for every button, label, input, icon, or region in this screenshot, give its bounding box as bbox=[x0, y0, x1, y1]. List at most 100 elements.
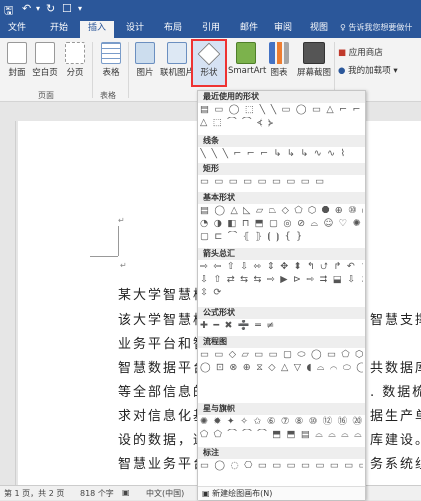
my-addins-label: 我的加载项 bbox=[348, 66, 391, 76]
proofing-icon[interactable]: ▣ bbox=[122, 488, 130, 497]
page-break-icon bbox=[65, 42, 85, 64]
shape-row-basic[interactable]: ▤ ◯ △ ◺ ▱ ⏢ ◇ ⬠ ⬡ ⯃ ⊕ ⑩ ⑫ bbox=[200, 205, 363, 217]
cover-page-button[interactable]: 封面 bbox=[2, 42, 32, 78]
page-count-status[interactable]: 第 1 页，共 2 页 bbox=[4, 488, 64, 499]
smartart-label: SmartArt bbox=[228, 66, 267, 76]
shape-row-basic[interactable]: ▢ ⊏ ⌒ ⦃ ⦄ ⦗ ⦘ { } bbox=[200, 231, 363, 243]
blank-page-label: 空白页 bbox=[32, 68, 58, 78]
tell-me-text: 告诉我您想要做什 bbox=[348, 23, 413, 32]
chart-icon bbox=[269, 42, 289, 64]
table-button[interactable]: 表格 bbox=[96, 42, 126, 78]
shape-row-arrows[interactable]: ⇨ ⇦ ⇧ ⇩ ⬄ ⇕ ✥ ⬍ ↰ ⮍ ↱ ↶ ⇪ ⇨ bbox=[200, 261, 363, 273]
shape-row-arrows[interactable]: ⇳ ⟳ bbox=[200, 287, 363, 299]
chevron-down-icon: ▾ bbox=[393, 66, 398, 76]
shape-row-flowchart[interactable]: ▭ ▭ ◇ ▱ ▭ ▭ ▢ ⬭ ◯ ▭ ⬠ ⬡ ▭ bbox=[200, 349, 363, 361]
tab-design[interactable]: 设计 bbox=[118, 21, 152, 38]
screenshot-button[interactable]: 屏幕截图 bbox=[294, 42, 334, 78]
doc-line: 求对信息化基 bbox=[118, 409, 209, 424]
cover-page-label: 封面 bbox=[8, 68, 26, 78]
smartart-icon bbox=[236, 42, 256, 64]
store-label: 应用商店 bbox=[348, 48, 383, 58]
language-status[interactable]: 中文(中国) bbox=[146, 488, 184, 499]
my-addins-button[interactable]: ● 我的加载项 ▾ bbox=[338, 64, 398, 76]
shape-row-recent[interactable]: △ ⬚ ⌒ ⌒ ⦓ ⦔ bbox=[200, 117, 363, 129]
word-count-status[interactable]: 818 个字 bbox=[80, 488, 114, 499]
group-divider bbox=[128, 42, 129, 98]
doc-line: 某大学智慧校 bbox=[118, 288, 209, 303]
shapes-gallery: 最近使用的形状 ▤ ▭ ◯ ⬚ ╲ ╲ ▭ ◯ ▭ △ ⌐ ⌐ ⇨ ⇩ ↰ △ … bbox=[197, 90, 366, 500]
table-label: 表格 bbox=[102, 68, 120, 78]
paragraph-mark: ↵ bbox=[120, 261, 127, 270]
gallery-section-rectangles: 矩形 bbox=[198, 163, 365, 175]
tab-home[interactable]: 开始 bbox=[42, 21, 76, 38]
chart-button[interactable]: 图表 bbox=[264, 42, 294, 78]
gallery-section-flowchart: 流程图 bbox=[198, 336, 365, 348]
touch-mode-icon[interactable]: ☐ bbox=[62, 2, 72, 15]
canvas-icon: ▣ bbox=[202, 489, 213, 498]
title-bar: 🖫 ↶ ▾ ↻ ☐ ▾ bbox=[0, 0, 421, 18]
tab-insert[interactable]: 插入 bbox=[80, 21, 114, 38]
gallery-section-basic: 基本形状 bbox=[198, 192, 365, 204]
tab-references[interactable]: 引用 bbox=[194, 21, 228, 38]
margin-marker bbox=[118, 226, 119, 256]
shape-row-rectangles[interactable]: ▭ ▭ ▭ ▭ ▭ ▭ ▭ ▭ ▭ bbox=[200, 176, 363, 188]
online-picture-label: 联机图片 bbox=[160, 68, 195, 78]
doc-line-tail: 务系统组 bbox=[370, 457, 421, 472]
gallery-section-recent: 最近使用的形状 bbox=[198, 91, 365, 103]
gallery-section-callouts: 标注 bbox=[198, 447, 365, 459]
doc-line: 业务平台和智 bbox=[118, 337, 209, 352]
doc-line-tail: 库建设。 bbox=[370, 433, 421, 448]
undo-icon[interactable]: ↶ bbox=[22, 2, 31, 15]
shape-row-recent[interactable]: ▤ ▭ ◯ ⬚ ╲ ╲ ▭ ◯ ▭ △ ⌐ ⌐ ⇨ ⇩ ↰ bbox=[200, 104, 363, 116]
shape-row-basic[interactable]: ◔ ◑ ◧ ⊓ ⬒ ▢ ◎ ⊘ ⌓ ☺ ♡ ✺ ☾ ☁ bbox=[200, 218, 363, 230]
tab-file[interactable]: 文件 bbox=[4, 21, 30, 38]
tell-me-box[interactable]: ♀ 告诉我您想要做什 bbox=[340, 22, 412, 33]
group-label-pages: 页面 bbox=[38, 91, 54, 100]
gallery-section-arrows: 箭头总汇 bbox=[198, 248, 365, 260]
tab-mailings[interactable]: 邮件 bbox=[232, 21, 266, 38]
doc-line: 智慧数据平台 bbox=[118, 361, 209, 376]
doc-line-tail: 据生产单 bbox=[370, 409, 421, 424]
shapes-icon bbox=[197, 42, 221, 66]
blank-page-button[interactable]: 空白页 bbox=[30, 42, 60, 78]
blank-page-icon bbox=[35, 42, 55, 64]
redo-icon[interactable]: ↻ bbox=[46, 2, 55, 15]
page-break-button[interactable]: 分页 bbox=[60, 42, 90, 78]
addins-icon: ● bbox=[338, 66, 349, 76]
new-canvas-label: 新建绘图画布(N) bbox=[212, 489, 273, 498]
shape-row-arrows[interactable]: ⇩ ⇧ ⇄ ⇆ ⇆ ⇨ ▶ ⊳ ⇨ ⮆ ⬓ ⇩ ⇫ ⬜ bbox=[200, 274, 363, 286]
shape-row-lines[interactable]: ╲ ╲ ╲ ⌐ ⌐ ⌐ ↳ ↳ ↳ ∿ ∿ ⌇ bbox=[200, 148, 363, 160]
tab-review[interactable]: 审阅 bbox=[266, 21, 300, 38]
table-icon bbox=[101, 42, 121, 64]
camera-icon bbox=[303, 42, 325, 64]
chart-label: 图表 bbox=[270, 68, 288, 78]
undo-dropdown-icon[interactable]: ▾ bbox=[36, 4, 40, 13]
shape-row-equation[interactable]: ✚ ━ ✖ ➗ ═ ≠ bbox=[200, 320, 363, 332]
shape-row-stars[interactable]: ✺ ✹ ✦ ✧ ✩ ⑥ ⑦ ⑧ ⑩ ⑫ ⑯ ⑳ ㉔ ㉜ bbox=[200, 416, 363, 428]
shape-row-flowchart[interactable]: ◯ ⊡ ⊗ ⊕ ⧖ ◇ △ ▽ ◖ ⌓ ⌒ ⬭ ◯ ▭ bbox=[200, 362, 363, 374]
store-button[interactable]: ■ 应用商店 bbox=[338, 46, 383, 58]
group-divider bbox=[92, 42, 93, 98]
tab-view[interactable]: 视图 bbox=[302, 21, 336, 38]
doc-line-tail: . 数据梳 bbox=[370, 385, 421, 400]
store-icon: ■ bbox=[338, 48, 349, 58]
shape-row-stars[interactable]: ⬠ ⬠ ⌒ ⌒ ⌒ ⬒ ⬒ ▤ ⌓ ⌓ ⌓ ⌓ bbox=[200, 429, 363, 441]
doc-line: 该大学智慧校 bbox=[118, 313, 209, 328]
picture-button[interactable]: 图片 bbox=[130, 42, 160, 78]
tab-layout[interactable]: 布局 bbox=[156, 21, 190, 38]
customize-qa-icon[interactable]: ▾ bbox=[78, 4, 82, 13]
shapes-button[interactable]: 形状 bbox=[191, 39, 227, 87]
doc-line: 智慧业务平台 bbox=[118, 457, 209, 472]
shape-row-callouts[interactable]: ▭ ◯ ◌ ⎔ ▭ ▭ ▭ ▭ ▭ ▭ ▭ ▭ bbox=[200, 460, 363, 472]
shapes-label: 形状 bbox=[200, 68, 218, 78]
gallery-section-equation: 公式形状 bbox=[198, 307, 365, 319]
ribbon-tabs: 文件 开始 插入 设计 布局 引用 邮件 审阅 视图 ♀ 告诉我您想要做什 bbox=[0, 18, 421, 38]
online-picture-icon bbox=[167, 42, 187, 64]
online-picture-button[interactable]: 联机图片 bbox=[160, 42, 194, 78]
vertical-ruler bbox=[0, 121, 16, 485]
cover-page-icon bbox=[7, 42, 27, 64]
smartart-button[interactable]: SmartArt bbox=[228, 42, 267, 76]
picture-icon bbox=[135, 42, 155, 64]
new-drawing-canvas-item[interactable]: ▣ 新建绘图画布(N) bbox=[198, 486, 365, 500]
gallery-section-stars: 星与旗帜 bbox=[198, 403, 365, 415]
